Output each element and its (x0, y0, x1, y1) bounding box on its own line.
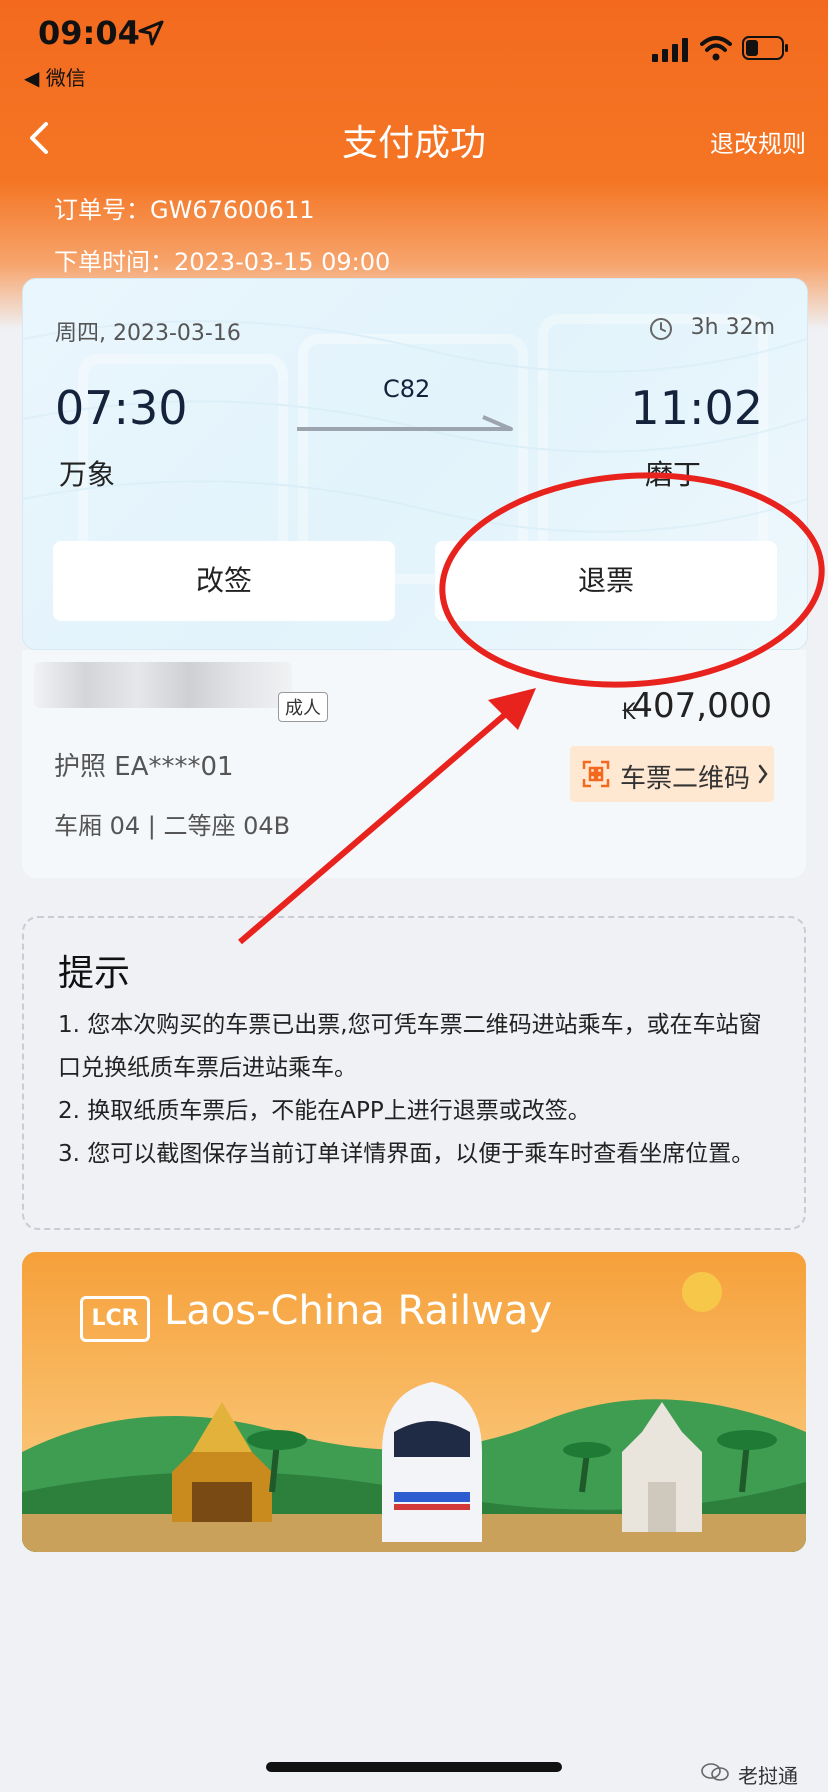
watermark-label: 老挝通 (738, 1764, 798, 1788)
wechat-icon (701, 1763, 729, 1781)
annotation-overlay (238, 472, 825, 945)
home-indicator (266, 1762, 562, 1772)
